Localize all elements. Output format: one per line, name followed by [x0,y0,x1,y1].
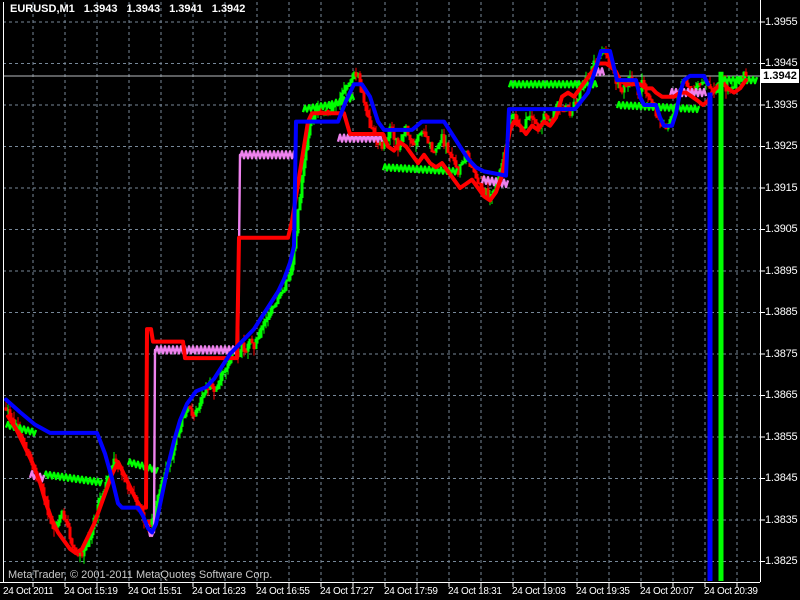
ohlc-header: EURUSD,M1 1.3943 1.3943 1.3941 1.3942 [10,3,254,15]
price-tick-label: 1.3855 [765,430,798,443]
price-tick-label: 1.3915 [765,181,798,194]
low-value: 1.3941 [169,3,203,15]
time-tick-label: 24 Oct 16:55 [256,586,310,597]
copyright-text: MetaTrader, © 2001-2011 MetaQuotes Softw… [8,569,273,581]
chart-canvas[interactable] [0,0,800,600]
time-tick-label: 24 Oct 15:19 [64,586,118,597]
time-tick-label: 24 Oct 15:51 [128,586,182,597]
time-tick-label: 24 Oct 20:39 [704,586,758,597]
price-tick-label: 1.3865 [765,389,798,401]
time-tick-label: 24 Oct 2011 [3,586,54,597]
price-tick-label: 1.3885 [765,306,798,318]
price-tick-label: 1.3875 [765,347,798,360]
time-tick-label: 24 Oct 16:23 [192,586,246,597]
close-value: 1.3942 [211,3,246,15]
time-tick-label: 24 Oct 19:03 [512,586,566,597]
open-value: 1.3943 [83,3,118,15]
time-tick-label: 24 Oct 17:27 [320,586,374,597]
price-tick-label: 1.3955 [765,15,798,28]
time-tick-label: 24 Oct 18:31 [448,586,502,597]
time-tick-label: 24 Oct 20:07 [640,586,694,597]
price-tick-label: 1.3935 [765,98,798,111]
time-tick-label: 24 Oct 19:35 [576,586,630,597]
price-tick-label: 1.3925 [765,140,798,152]
time-tick-label: 24 Oct 17:59 [384,586,438,597]
price-tick-label: 1.3895 [765,264,798,277]
symbol-timeframe-label: EURUSD,M1 [10,3,75,15]
price-tick-label: 1.3835 [765,513,798,526]
price-tick-label: 1.3845 [765,472,798,484]
metatrader-chart-window: EURUSD,M1 1.3943 1.3943 1.3941 1.3942 1.3955… [0,0,800,600]
current-price-marker: 1.3942 [761,68,799,83]
high-value: 1.3943 [126,3,161,15]
price-tick-label: 1.3945 [765,57,798,69]
price-tick-label: 1.3825 [765,555,798,567]
price-tick-label: 1.3905 [765,223,798,235]
